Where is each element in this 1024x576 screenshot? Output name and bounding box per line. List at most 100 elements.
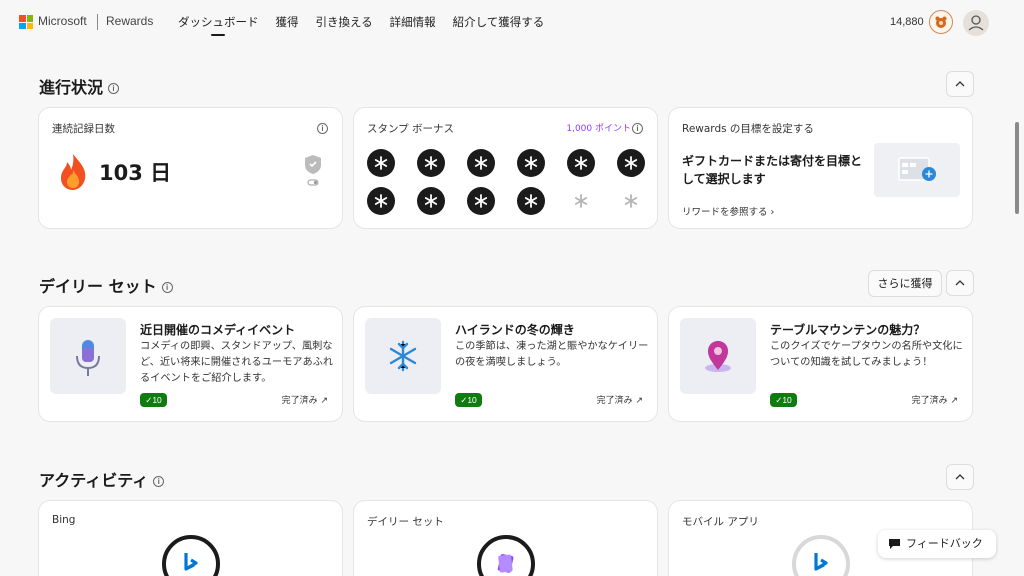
daily-card-title: ハイランドの冬の輝き bbox=[455, 323, 575, 337]
stamp-bonus-label: スタンプ ボーナス bbox=[367, 123, 455, 135]
stamp-filled-icon bbox=[417, 187, 445, 215]
stamp-filled-icon bbox=[467, 187, 495, 215]
page-scrollbar[interactable] bbox=[1015, 122, 1019, 214]
completed-text: 完了済み bbox=[596, 396, 633, 406]
daily-set-cards-icon bbox=[497, 554, 514, 573]
stamp-bonus-points: 1,000 ポイント bbox=[566, 124, 631, 134]
daily-card-title: テーブルマウンテンの魅力？ bbox=[770, 323, 926, 337]
goal-label: Rewards の目標を設定する bbox=[682, 123, 814, 135]
completed-text: 完了済み bbox=[281, 396, 318, 406]
completed-link[interactable]: 完了済み ↗ bbox=[282, 393, 328, 406]
points-badge: ✓10 bbox=[455, 393, 482, 407]
activity-card-label: モバイル アプリ bbox=[682, 516, 759, 528]
brand-divider bbox=[97, 14, 98, 30]
points-badge-value: 10 bbox=[467, 395, 477, 405]
completed-text: 完了済み bbox=[911, 396, 948, 406]
points-balance[interactable]: 14,880 bbox=[890, 16, 924, 28]
daily-card-description: このクイズでケープタウンの名所や文化についての知識を試してみましょう！ bbox=[770, 341, 963, 368]
main-nav: ダッシュボード 獲得 引き換える 詳細情報 紹介して獲得する bbox=[178, 14, 545, 36]
stamp-filled-icon bbox=[367, 149, 395, 177]
daily-set-section-title: デイリー セット i bbox=[39, 273, 173, 297]
snowflake-icon bbox=[389, 340, 417, 372]
stamp-filled-icon bbox=[367, 187, 395, 215]
top-header: Microsoft Rewards ダッシュボード 獲得 引き換える 詳細情報 … bbox=[0, 0, 1024, 44]
brand-rewards[interactable]: Rewards bbox=[106, 14, 153, 28]
daily-card-description: この季節は、凍った湖と賑やかなケイリーの夜を満喫しましょう。 bbox=[455, 341, 649, 368]
points-badge: ✓10 bbox=[140, 393, 167, 407]
activity-card-bing[interactable]: Bing bbox=[38, 500, 343, 576]
daily-card-title: 近日開催のコメディイベント bbox=[140, 323, 296, 337]
nav-details[interactable]: 詳細情報 bbox=[390, 14, 436, 30]
daily-set-collapse-button[interactable] bbox=[946, 270, 974, 296]
chevron-up-icon bbox=[955, 81, 965, 87]
daily-card-highland[interactable]: ハイランドの冬の輝き この季節は、凍った湖と賑やかなケイリーの夜を満喫しましょう… bbox=[353, 306, 658, 422]
external-link-icon: ↗ bbox=[950, 396, 958, 406]
completed-link[interactable]: 完了済み ↗ bbox=[597, 393, 643, 406]
info-icon[interactable]: i bbox=[161, 282, 173, 293]
daily-card-table-mountain[interactable]: テーブルマウンテンの魅力？ このクイズでケープタウンの名所や文化についての知識を… bbox=[668, 306, 973, 422]
activity-card-daily-set[interactable]: デイリー セット bbox=[353, 500, 658, 576]
points-badge-value: 10 bbox=[782, 395, 792, 405]
nav-refer[interactable]: 紹介して獲得する bbox=[453, 14, 545, 30]
feedback-chat-icon bbox=[889, 539, 900, 549]
stamp-empty-icon bbox=[567, 187, 595, 215]
streak-value: 103 日 bbox=[99, 161, 172, 185]
activity-card-label: デイリー セット bbox=[367, 516, 444, 528]
bing-icon bbox=[814, 553, 828, 571]
streak-card[interactable]: 連続記録日数 i 103 日 bbox=[38, 107, 343, 229]
microphone-icon bbox=[76, 340, 100, 376]
nav-dashboard[interactable]: ダッシュボード bbox=[178, 14, 259, 36]
browse-rewards-link[interactable]: リワードを参照する › bbox=[682, 204, 774, 218]
info-icon[interactable]: i bbox=[317, 123, 328, 134]
activity-progress-ring bbox=[477, 535, 535, 576]
daily-card-description: コメディの即興、スタンドアップ、風刺など、近い将来に開催されるユーモアあふれるイ… bbox=[140, 341, 334, 384]
streak-label: 連続記録日数 bbox=[52, 123, 115, 135]
feedback-button[interactable]: フィードバック bbox=[878, 530, 996, 558]
points-badge-value: 10 bbox=[152, 395, 162, 405]
map-pin-icon bbox=[705, 341, 731, 372]
flame-icon bbox=[61, 154, 86, 190]
activity-progress-ring bbox=[162, 535, 220, 576]
avatar[interactable] bbox=[963, 10, 989, 36]
goal-text: ギフトカードまたは寄付を目標として選択します bbox=[682, 154, 863, 186]
stamp-filled-icon bbox=[517, 187, 545, 215]
info-icon[interactable]: i bbox=[153, 476, 165, 487]
earn-more-button[interactable]: さらに獲得 bbox=[868, 270, 942, 297]
completed-link[interactable]: 完了済み ↗ bbox=[912, 393, 958, 406]
browse-rewards-link-text: リワードを参照する bbox=[682, 207, 768, 218]
stamp-empty-icon bbox=[617, 187, 645, 215]
progress-section-title: 進行状況 i bbox=[39, 74, 120, 98]
activity-title-text: アクティビティ bbox=[39, 471, 149, 490]
progress-title-text: 進行状況 bbox=[39, 78, 104, 97]
info-icon[interactable]: i bbox=[632, 123, 643, 134]
streak-protection-shield-icon[interactable] bbox=[303, 154, 323, 188]
goal-card[interactable]: Rewards の目標を設定する ギフトカードまたは寄付を目標として選択します … bbox=[668, 107, 973, 229]
daily-card-thumbnail bbox=[50, 318, 126, 394]
daily-card-thumbnail bbox=[680, 318, 756, 394]
points-badge: ✓10 bbox=[770, 393, 797, 407]
stamp-bonus-card[interactable]: スタンプ ボーナス 1,000 ポイント i bbox=[353, 107, 658, 229]
daily-card-thumbnail bbox=[365, 318, 441, 394]
external-link-icon: ↗ bbox=[320, 396, 328, 406]
nav-earn[interactable]: 獲得 bbox=[276, 14, 299, 30]
daily-card-comedy[interactable]: 近日開催のコメディイベント コメディの即興、スタンドアップ、風刺など、近い将来に… bbox=[38, 306, 343, 422]
activity-collapse-button[interactable] bbox=[946, 464, 974, 490]
microsoft-logo-icon[interactable] bbox=[19, 15, 33, 29]
feedback-label: フィードバック bbox=[906, 537, 983, 550]
external-link-icon: ↗ bbox=[635, 396, 643, 406]
activity-progress-ring bbox=[792, 535, 850, 576]
bing-icon bbox=[184, 553, 198, 571]
progress-collapse-button[interactable] bbox=[946, 71, 974, 97]
nav-redeem[interactable]: 引き換える bbox=[316, 14, 373, 30]
info-icon[interactable]: i bbox=[108, 83, 120, 94]
level-badge-icon[interactable] bbox=[929, 10, 953, 34]
stamp-filled-icon bbox=[617, 149, 645, 177]
brand-microsoft[interactable]: Microsoft bbox=[38, 14, 87, 28]
chevron-right-icon: › bbox=[770, 207, 775, 218]
chevron-up-icon bbox=[955, 474, 965, 480]
stamp-filled-icon bbox=[517, 149, 545, 177]
chevron-up-icon bbox=[955, 280, 965, 286]
activity-section-title: アクティビティ i bbox=[39, 467, 165, 491]
gift-card-image bbox=[874, 143, 960, 197]
stamp-filled-icon bbox=[417, 149, 445, 177]
